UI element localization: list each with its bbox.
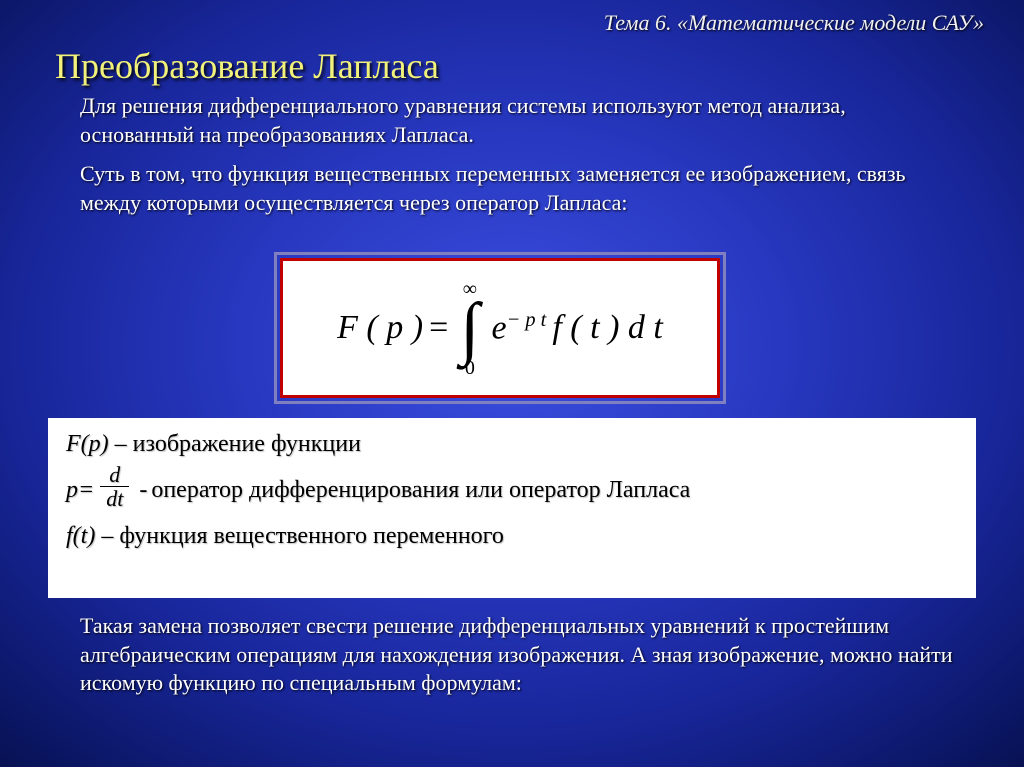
definition-fp: F(p) – изображение функции bbox=[66, 428, 958, 460]
def-p-fraction: d dt bbox=[100, 464, 129, 511]
integral-icon: ∫ bbox=[460, 290, 479, 367]
fraction-numerator: d bbox=[100, 464, 129, 487]
definition-ft: f(t) – функция вещественного переменного bbox=[66, 520, 958, 552]
def-p-text: оператор дифференцирования или оператор … bbox=[151, 474, 690, 506]
formula-lhs: F ( p ) bbox=[337, 309, 423, 347]
laplace-formula-box: F ( p ) = ∞ ∫ 0 e− p t f ( t ) d t bbox=[280, 258, 720, 398]
slide-title: Преобразование Лапласа bbox=[55, 45, 439, 87]
formula-exp: e− p t bbox=[491, 309, 546, 347]
integral-lower: 0 bbox=[465, 357, 475, 380]
def-p-sep: - bbox=[139, 474, 147, 506]
definition-p: p= d dt - оператор дифференцирования или… bbox=[66, 466, 958, 513]
def-ft-text: – функция вещественного переменного bbox=[95, 523, 504, 549]
def-fp-symbol: F(p) bbox=[66, 431, 109, 457]
definitions-box: F(p) – изображение функции p= d dt - опе… bbox=[48, 418, 976, 598]
fraction-denominator: dt bbox=[100, 487, 129, 511]
def-fp-text: – изображение функции bbox=[109, 431, 361, 457]
formula-integrand: f ( t ) d t bbox=[552, 309, 662, 347]
paragraph-intro: Для решения дифференциального уравнения … bbox=[80, 92, 950, 149]
formula-eq: = bbox=[429, 309, 448, 347]
def-ft-symbol: f(t) bbox=[66, 523, 95, 549]
integral-symbol: ∞ ∫ 0 bbox=[460, 300, 479, 356]
def-p-symbol: p= bbox=[66, 474, 94, 506]
paragraph-conclusion: Такая замена позволяет свести решение ди… bbox=[80, 612, 980, 698]
topic-label: Тема 6. «Математические модели САУ» bbox=[604, 10, 984, 36]
formula-e: e bbox=[491, 309, 506, 346]
paragraph-essence: Суть в том, что функция вещественных пер… bbox=[80, 160, 960, 217]
laplace-formula: F ( p ) = ∞ ∫ 0 e− p t f ( t ) d t bbox=[337, 300, 663, 356]
formula-e-sup: − p t bbox=[507, 309, 547, 331]
